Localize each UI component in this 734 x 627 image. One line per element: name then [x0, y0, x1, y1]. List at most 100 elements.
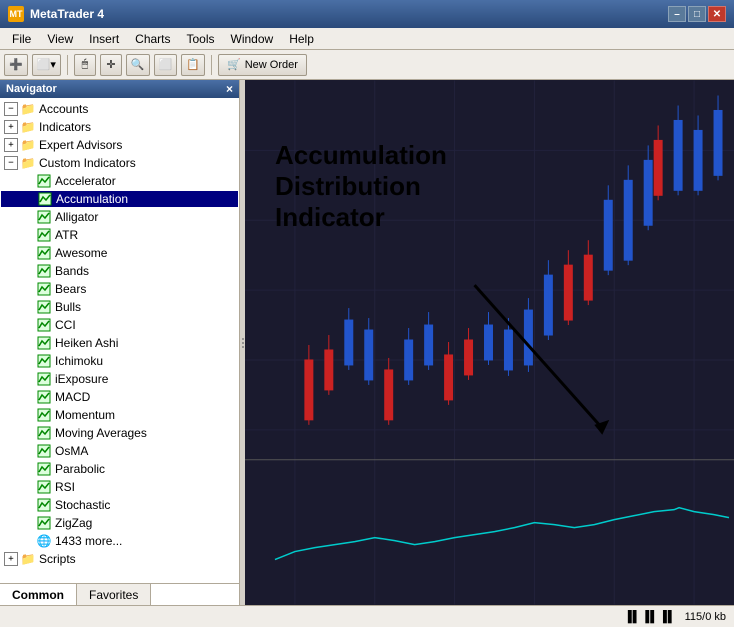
toolbar-btn-3[interactable]: 🖱 [74, 54, 96, 76]
label-expert-advisors: Expert Advisors [39, 138, 122, 152]
tree-item-more[interactable]: 🌐1433 more... [0, 532, 239, 550]
icon-indicators: 📁 [20, 119, 36, 135]
menu-file[interactable]: File [4, 30, 39, 48]
navigator-close-button[interactable]: × [226, 82, 233, 96]
maximize-button[interactable]: □ [688, 6, 706, 22]
menu-bar: File View Insert Charts Tools Window Hel… [0, 28, 734, 50]
toolbar-btn-7[interactable]: 📋 [181, 54, 205, 76]
annotation-line1: Accumulation [275, 140, 447, 171]
tree-item-ichimoku[interactable]: Ichimoku [0, 352, 239, 370]
title-bar: MT MetaTrader 4 – □ ✕ [0, 0, 734, 28]
label-accumulation: Accumulation [56, 192, 128, 206]
chart-area[interactable]: Accumulation Distribution Indicator [245, 80, 734, 605]
tree-item-indicators[interactable]: +📁Indicators [0, 118, 239, 136]
tab-favorites[interactable]: Favorites [77, 584, 151, 605]
label-custom-indicators: Custom Indicators [39, 156, 136, 170]
label-cci: CCI [55, 318, 76, 332]
toolbar-btn-4[interactable]: ✛ [100, 54, 122, 76]
icon-accumulation [37, 191, 53, 207]
label-ichimoku: Ichimoku [55, 354, 103, 368]
expand-btn-scripts[interactable]: + [4, 552, 18, 566]
tree-item-momentum[interactable]: Momentum [0, 406, 239, 424]
navigator-tree[interactable]: −📁Accounts+📁Indicators+📁Expert Advisors−… [0, 98, 239, 583]
icon-more: 🌐 [36, 533, 52, 549]
label-bulls: Bulls [55, 300, 81, 314]
icon-accounts: 📁 [20, 101, 36, 117]
status-bar: ▐▌▐▌▐▌ 115/0 kb [0, 605, 734, 627]
close-button[interactable]: ✕ [708, 6, 726, 22]
expand-btn-accounts[interactable]: − [4, 102, 18, 116]
tree-item-heiken-ashi[interactable]: Heiken Ashi [0, 334, 239, 352]
tree-item-osma[interactable]: OsMA [0, 442, 239, 460]
icon-heiken-ashi [36, 335, 52, 351]
memory-usage: 115/0 kb [685, 611, 726, 623]
tree-item-moving-averages[interactable]: Moving Averages [0, 424, 239, 442]
tree-item-bands[interactable]: Bands [0, 262, 239, 280]
label-zigzag: ZigZag [55, 516, 92, 530]
toolbar: ➕ ⬜▾ 🖱 ✛ 🔍 ⬜ 📋 🛒 New Order [0, 50, 734, 80]
tree-item-parabolic[interactable]: Parabolic [0, 460, 239, 478]
label-bears: Bears [55, 282, 86, 296]
toolbar-btn-5[interactable]: 🔍 [126, 54, 150, 76]
label-scripts: Scripts [39, 552, 76, 566]
tree-item-alligator[interactable]: Alligator [0, 208, 239, 226]
tree-item-macd[interactable]: MACD [0, 388, 239, 406]
menu-window[interactable]: Window [223, 30, 282, 48]
icon-scripts: 📁 [20, 551, 36, 567]
label-accelerator: Accelerator [55, 174, 116, 188]
toolbar-separator-1 [67, 55, 68, 75]
expand-btn-expert-advisors[interactable]: + [4, 138, 18, 152]
app-icon: MT [8, 6, 24, 22]
main-layout: Navigator × −📁Accounts+📁Indicators+📁Expe… [0, 80, 734, 605]
icon-rsi [36, 479, 52, 495]
tree-item-rsi[interactable]: RSI [0, 478, 239, 496]
icon-parabolic [36, 461, 52, 477]
tree-item-bulls[interactable]: Bulls [0, 298, 239, 316]
label-stochastic: Stochastic [55, 498, 110, 512]
toolbar-btn-2[interactable]: ⬜▾ [32, 54, 61, 76]
tree-item-custom-indicators[interactable]: −📁Custom Indicators [0, 154, 239, 172]
tree-item-scripts[interactable]: +📁Scripts [0, 550, 239, 568]
icon-atr [36, 227, 52, 243]
tree-item-zigzag[interactable]: ZigZag [0, 514, 239, 532]
tree-item-bears[interactable]: Bears [0, 280, 239, 298]
tree-item-atr[interactable]: ATR [0, 226, 239, 244]
new-order-button[interactable]: 🛒 New Order [218, 54, 307, 76]
label-macd: MACD [55, 390, 90, 404]
tree-item-accumulation[interactable]: Accumulation [0, 190, 239, 208]
menu-help[interactable]: Help [281, 30, 322, 48]
tree-item-accelerator[interactable]: Accelerator [0, 172, 239, 190]
menu-charts[interactable]: Charts [127, 30, 178, 48]
expand-btn-custom-indicators[interactable]: − [4, 156, 18, 170]
tree-item-stochastic[interactable]: Stochastic [0, 496, 239, 514]
icon-bears [36, 281, 52, 297]
toolbar-btn-1[interactable]: ➕ [4, 54, 28, 76]
label-iexposure: iExposure [55, 372, 108, 386]
tree-item-iexposure[interactable]: iExposure [0, 370, 239, 388]
label-indicators: Indicators [39, 120, 91, 134]
tree-item-awesome[interactable]: Awesome [0, 244, 239, 262]
label-parabolic: Parabolic [55, 462, 105, 476]
tab-common[interactable]: Common [0, 584, 77, 605]
icon-zigzag [36, 515, 52, 531]
icon-macd [36, 389, 52, 405]
icon-cci [36, 317, 52, 333]
toolbar-btn-6[interactable]: ⬜ [154, 54, 178, 76]
menu-view[interactable]: View [39, 30, 81, 48]
title-bar-controls: – □ ✕ [668, 6, 726, 22]
tree-item-accounts[interactable]: −📁Accounts [0, 100, 239, 118]
status-indicator: ▐▌▐▌▐▌ [624, 611, 677, 623]
expand-btn-indicators[interactable]: + [4, 120, 18, 134]
navigator-header: Navigator × [0, 80, 239, 98]
tree-item-expert-advisors[interactable]: +📁Expert Advisors [0, 136, 239, 154]
icon-ichimoku [36, 353, 52, 369]
icon-stochastic [36, 497, 52, 513]
label-alligator: Alligator [55, 210, 98, 224]
menu-insert[interactable]: Insert [81, 30, 127, 48]
label-osma: OsMA [55, 444, 88, 458]
tree-item-cci[interactable]: CCI [0, 316, 239, 334]
navigator-title: Navigator [6, 83, 57, 95]
menu-tools[interactable]: Tools [179, 30, 223, 48]
minimize-button[interactable]: – [668, 6, 686, 22]
title-bar-title: MetaTrader 4 [30, 7, 668, 21]
